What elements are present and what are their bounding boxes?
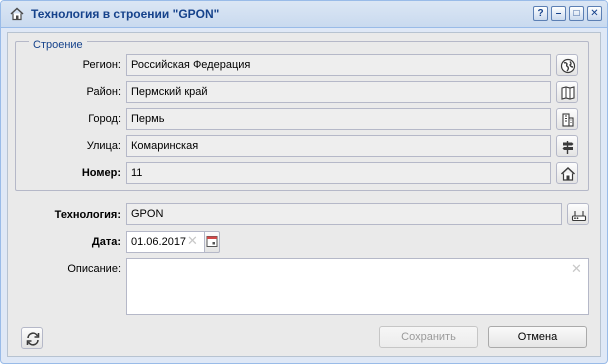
street-select-button[interactable] xyxy=(556,135,578,157)
description-label: Описание: xyxy=(67,263,121,275)
region-field[interactable]: Российская Федерация xyxy=(126,54,551,76)
street-label: Улица: xyxy=(86,140,121,152)
date-label: Дата: xyxy=(91,236,121,248)
close-button[interactable]: ✕ xyxy=(587,6,602,21)
window-title: Технология в строении "GPON" xyxy=(31,7,220,21)
technology-field[interactable]: GPON xyxy=(126,203,562,225)
technology-select-button[interactable] xyxy=(567,203,589,225)
number-select-button[interactable] xyxy=(556,162,578,184)
dialog-window: Технология в строении "GPON" ? – □ ✕ Стр… xyxy=(0,0,608,364)
region-label: Регион: xyxy=(82,59,121,71)
maximize-button[interactable]: □ xyxy=(569,6,584,21)
region-select-button[interactable] xyxy=(556,54,578,76)
technology-label: Технология: xyxy=(54,209,121,221)
cancel-button[interactable]: Отмена xyxy=(488,326,587,348)
district-label: Район: xyxy=(86,86,121,98)
number-label: Номер: xyxy=(81,167,121,179)
help-button[interactable]: ? xyxy=(533,6,548,21)
number-field[interactable]: 11 xyxy=(126,162,551,184)
minimize-button[interactable]: – xyxy=(551,6,566,21)
street-field[interactable]: Комаринская xyxy=(126,135,551,157)
date-clear-icon[interactable]: ✕ xyxy=(187,233,198,249)
refresh-button[interactable] xyxy=(21,327,43,349)
title-bar[interactable]: Технология в строении "GPON" ? – □ ✕ xyxy=(1,1,607,28)
district-field[interactable]: Пермский край xyxy=(126,81,551,103)
description-textarea[interactable] xyxy=(126,258,589,315)
description-clear-icon[interactable]: ✕ xyxy=(571,261,582,277)
home-icon xyxy=(9,6,25,22)
date-value: 01.06.2017 xyxy=(131,236,187,248)
save-button[interactable]: Сохранить xyxy=(379,326,478,348)
city-select-button[interactable] xyxy=(556,108,578,130)
building-legend: Строение xyxy=(29,39,87,51)
city-field[interactable]: Пермь xyxy=(126,108,551,130)
district-select-button[interactable] xyxy=(556,81,578,103)
date-picker-button[interactable] xyxy=(204,231,220,253)
city-label: Город: xyxy=(88,113,121,125)
